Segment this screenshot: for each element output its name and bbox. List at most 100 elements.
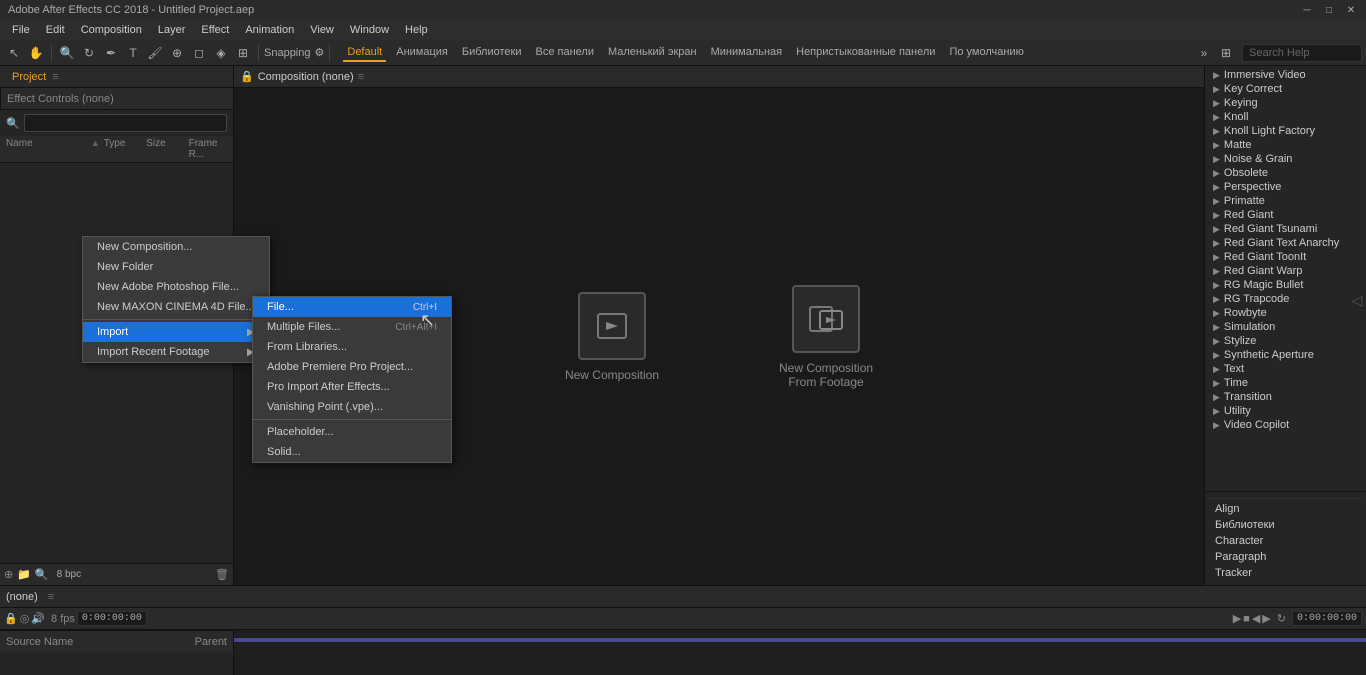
right-panel-expand-btn[interactable]: ◁ [1350,293,1366,309]
tool-brush[interactable]: 🖌 [145,43,165,63]
effects-item-synth[interactable]: ▶ Synthetic Aperture [1205,348,1366,362]
menu-composition[interactable]: Composition [73,22,150,38]
tool-zoom[interactable]: 🔍 [57,43,77,63]
tl-play-btn[interactable]: ▶ [1233,612,1241,625]
timeline-menu[interactable]: ≡ [48,591,54,603]
menu-effect[interactable]: Effect [193,22,237,38]
tl-solo-icon[interactable]: ◎ [20,612,30,625]
effects-item-simulation[interactable]: ▶ Simulation [1205,320,1366,334]
effects-item-keying[interactable]: ▶ Keying [1205,96,1366,110]
sub-placeholder[interactable]: Placeholder... [253,422,451,442]
ws-tab-default[interactable]: Default [343,44,386,62]
sub-pro-import[interactable]: Pro Import After Effects... [253,377,451,397]
ws-tab-default2[interactable]: По умолчанию [945,44,1027,62]
tool-rotate[interactable]: ↻ [79,43,99,63]
effects-item-rg-tsunami[interactable]: ▶ Red Giant Tsunami [1205,222,1366,236]
tool-pen[interactable]: ✒ [101,43,121,63]
effects-item-noise[interactable]: ▶ Noise & Grain [1205,152,1366,166]
libraries-panel[interactable]: Библиотеки [1209,517,1362,533]
effects-item-stylize[interactable]: ▶ Stylize [1205,334,1366,348]
sub-file[interactable]: File... Ctrl+I [253,297,451,317]
tool-eraser[interactable]: ◻ [189,43,209,63]
effects-item-rg-warp[interactable]: ▶ Red Giant Warp [1205,264,1366,278]
ctx-new-c4d[interactable]: New MAXON CINEMA 4D File... [83,297,269,317]
ws-tab-undocked[interactable]: Непристыкованные панели [792,44,939,62]
tl-next-frame[interactable]: ▶ [1262,612,1270,625]
menu-window[interactable]: Window [342,22,397,38]
effects-item-redgiant[interactable]: ▶ Red Giant [1205,208,1366,222]
effects-item-rg-magic[interactable]: ▶ RG Magic Bullet [1205,278,1366,292]
project-search-input[interactable] [24,114,227,132]
snapping-control[interactable]: Snapping ⚙ [264,46,324,59]
new-comp-from-footage-shortcut[interactable]: New CompositionFrom Footage [779,285,873,389]
sub-premiere[interactable]: Adobe Premiere Pro Project... [253,357,451,377]
tab-project[interactable]: Project [6,69,52,85]
menu-layer[interactable]: Layer [150,22,194,38]
menu-view[interactable]: View [302,22,342,38]
search-bottom-icon[interactable]: 🔍 [35,568,49,581]
tool-stamp[interactable]: ⊕ [167,43,187,63]
tl-stop-btn[interactable]: ■ [1243,613,1250,625]
tl-audio-icon[interactable]: 🔊 [31,612,45,625]
effects-item-transition[interactable]: ▶ Transition [1205,390,1366,404]
effects-item-immersive[interactable]: ▶ Immersive Video [1205,68,1366,82]
ws-tab-animation[interactable]: Анимация [392,44,452,62]
ws-tab-libraries[interactable]: Библиотеки [458,44,526,62]
effects-item-primatte[interactable]: ▶ Primatte [1205,194,1366,208]
maximize-button[interactable]: □ [1322,3,1336,17]
menu-help[interactable]: Help [397,22,436,38]
new-composition-shortcut[interactable]: New Composition [565,292,659,382]
paragraph-panel[interactable]: Paragraph [1209,549,1362,565]
new-item-icon[interactable]: ⊕ [4,568,13,581]
ws-settings[interactable]: ⊞ [1216,43,1236,63]
folder-icon[interactable]: 📁 [17,568,31,581]
close-button[interactable]: ✕ [1344,3,1358,17]
tool-roto[interactable]: ◈ [211,43,231,63]
ws-overflow[interactable]: » [1194,43,1214,63]
ctx-import[interactable]: Import ▶ [83,322,269,342]
align-panel[interactable]: Align [1209,501,1362,517]
effects-item-videocopilot[interactable]: ▶ Video Copilot [1205,418,1366,432]
effects-item-rowbyte[interactable]: ▶ Rowbyte [1205,306,1366,320]
menu-animation[interactable]: Animation [237,22,302,38]
sub-from-libraries[interactable]: From Libraries... [253,337,451,357]
tool-text[interactable]: T [123,43,143,63]
search-help[interactable]: Search Help [1242,44,1362,62]
snapping-toggle[interactable]: ⚙ [315,46,325,59]
tl-prev-frame[interactable]: ◀ [1252,612,1260,625]
effects-item-utility[interactable]: ▶ Utility [1205,404,1366,418]
minimize-button[interactable]: ─ [1300,3,1314,17]
effects-item-keycorrect[interactable]: ▶ Key Correct [1205,82,1366,96]
effects-item-knoll-lf[interactable]: ▶ Knoll Light Factory [1205,124,1366,138]
trash-icon[interactable]: 🗑 [215,568,229,581]
effects-item-obsolete[interactable]: ▶ Obsolete [1205,166,1366,180]
ws-tab-small-screen[interactable]: Маленький экран [604,44,701,62]
sub-vanishing-point[interactable]: Vanishing Point (.vpe)... [253,397,451,417]
character-panel[interactable]: Character [1209,533,1362,549]
menu-edit[interactable]: Edit [38,22,73,38]
ws-tab-minimal[interactable]: Минимальная [707,44,787,62]
effects-item-rg-trapcode[interactable]: ▶ RG Trapcode [1205,292,1366,306]
effects-item-rg-textanarchy[interactable]: ▶ Red Giant Text Anarchy [1205,236,1366,250]
ctx-new-photoshop[interactable]: New Adobe Photoshop File... [83,277,269,297]
ctx-new-folder[interactable]: New Folder [83,257,269,277]
tool-puppet[interactable]: ⊞ [233,43,253,63]
ctx-new-composition[interactable]: New Composition... [83,237,269,257]
menu-file[interactable]: File [4,22,38,38]
time-display[interactable]: 0:00:00:00 [77,611,147,626]
tl-loop[interactable]: ↻ [1277,612,1286,625]
tool-select[interactable]: ↖ [4,43,24,63]
comp-menu-icon[interactable]: ≡ [358,71,364,83]
ws-tab-all-panels[interactable]: Все панели [531,44,597,62]
effects-item-matte[interactable]: ▶ Matte [1205,138,1366,152]
effects-item-rg-toonit[interactable]: ▶ Red Giant ToonIt [1205,250,1366,264]
ctx-import-recent[interactable]: Import Recent Footage ▶ [83,342,269,362]
effects-item-time[interactable]: ▶ Time [1205,376,1366,390]
effects-item-perspective[interactable]: ▶ Perspective [1205,180,1366,194]
effects-item-knoll[interactable]: ▶ Knoll [1205,110,1366,124]
effects-item-text[interactable]: ▶ Text [1205,362,1366,376]
tracker-panel[interactable]: Tracker [1209,565,1362,581]
sub-multiple-files[interactable]: Multiple Files... Ctrl+Alt+I [253,317,451,337]
tool-hand[interactable]: ✋ [26,43,46,63]
sub-solid[interactable]: Solid... [253,442,451,462]
